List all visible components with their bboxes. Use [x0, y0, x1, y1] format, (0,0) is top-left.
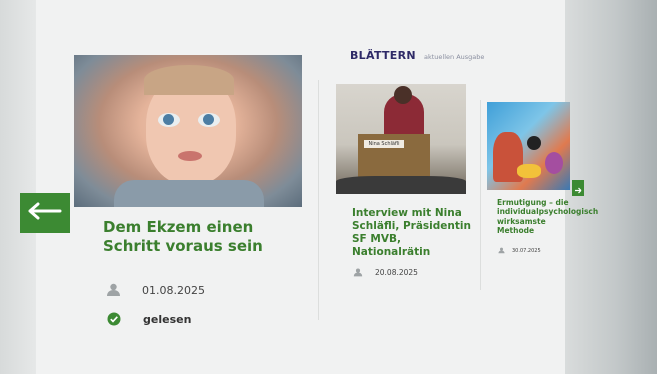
section-header: BLÄTTERN aktuellen Ausgabe [350, 44, 484, 63]
section-subtitle: aktuellen Ausgabe [424, 53, 485, 61]
user-icon [498, 247, 505, 254]
card-title-encouragement[interactable]: Ermutigung – die individualpsychologisch… [497, 198, 598, 236]
card-date-row: 30.07.2025 [498, 247, 541, 254]
card-date-row: 01.08.2025 [106, 283, 205, 297]
card-divider [318, 80, 319, 320]
previous-button[interactable] [20, 193, 70, 233]
section-title: BLÄTTERN [350, 49, 416, 62]
card-title-interview[interactable]: Interview mit Nina Schläfli, Präsidentin… [352, 207, 472, 260]
card-date: 30.07.2025 [512, 247, 541, 254]
bezel-left [0, 0, 36, 374]
card-date: 01.08.2025 [142, 283, 205, 297]
card-image-eczema[interactable] [74, 55, 302, 207]
screen: BLÄTTERN aktuellen Ausgabe Dem Ekzem ein… [0, 0, 657, 374]
card-date: 20.08.2025 [375, 268, 418, 277]
card-status-row: gelesen [107, 312, 191, 326]
user-icon [353, 268, 363, 277]
card-image-interview[interactable]: Nina Schläfli [336, 84, 466, 194]
user-icon [106, 283, 121, 297]
card-status: gelesen [143, 312, 192, 326]
card-title-eczema[interactable]: Dem Ekzem einen Schritt voraus sein [103, 218, 308, 256]
card-image-encouragement[interactable] [487, 102, 570, 190]
card-date-row: 20.08.2025 [353, 268, 418, 277]
arrow-left-icon [28, 202, 62, 224]
card-divider [480, 100, 481, 290]
next-button[interactable] [572, 180, 584, 196]
arrow-right-icon [574, 179, 582, 198]
check-circle-icon [107, 312, 121, 326]
lectern-sign: Nina Schläfli [364, 140, 404, 148]
